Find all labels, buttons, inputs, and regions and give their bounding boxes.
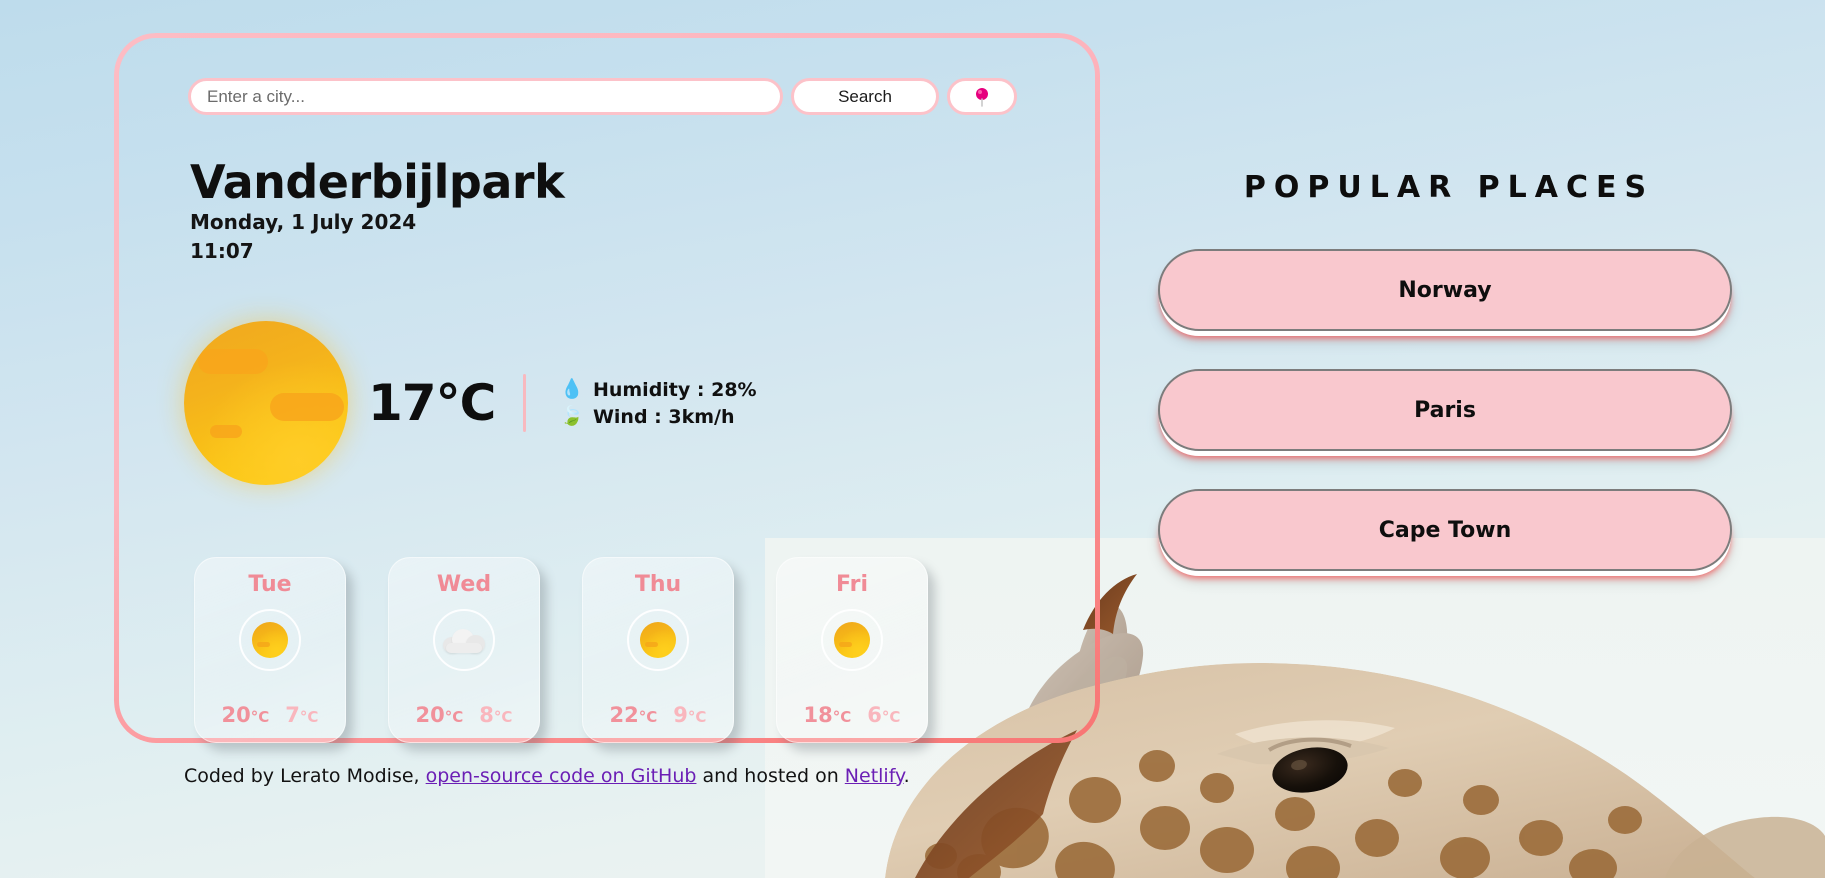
sun-icon [834,622,870,658]
forecast-card: Tue 20°C 7°C [194,557,346,743]
forecast-row: Tue 20°C 7°C Wed 20°C 8°C Thu 22°C 9°C F… [194,557,928,743]
forecast-day: Wed [436,572,492,597]
forecast-min: 6°C [867,703,901,727]
sun-icon [252,622,288,658]
forecast-icon-circle [433,609,495,671]
search-input[interactable] [188,78,783,115]
place-button-paris[interactable]: Paris [1158,369,1732,451]
current-time: 11:07 [190,238,254,263]
current-location-button[interactable] [947,78,1017,115]
location-block: Vanderbijlpark Monday, 1 July 2024 11:07 [190,155,565,266]
forecast-min: 7°C [285,703,319,727]
footer-middle: and hosted on [696,765,845,787]
wind-row: 🍃 Wind : 3km/h [560,406,756,428]
search-button[interactable]: Search [791,78,939,115]
droplet-icon: 💧 [560,378,584,400]
forecast-max: 20°C [415,703,464,727]
popular-places-title: POPULAR PLACES [1243,170,1655,205]
humidity-row: 💧 Humidity : 28% [560,379,756,401]
condition-list: 💧 Humidity : 28% 🍃 Wind : 3km/h [560,379,756,428]
forecast-card: Thu 22°C 9°C [582,557,734,743]
cloud-icon [443,627,485,653]
humidity-value: Humidity : 28% [592,378,757,401]
forecast-max: 18°C [803,703,852,727]
wind-value: Wind : 3km/h [592,405,735,428]
weather-panel: Search Vanderbijlpark Monday, 1 July 202… [114,33,1100,743]
forecast-temps: 18°C 6°C [804,703,901,727]
forecast-icon-circle [239,609,301,671]
forecast-temps: 20°C 7°C [222,703,319,727]
footer-suffix: . [903,765,910,787]
city-name: Vanderbijlpark [190,155,565,209]
current-temperature: 17°C [368,374,496,432]
search-bar: Search [188,78,1017,115]
sun-icon [640,622,676,658]
footer-prefix: Coded by Lerato Modise, [184,765,426,787]
leaf-fluttering-icon: 🍃 [560,405,584,427]
forecast-icon-circle [627,609,689,671]
forecast-temps: 20°C 8°C [416,703,513,727]
netlify-link[interactable]: Netlify [845,765,904,787]
sun-icon [184,321,348,485]
forecast-card: Fri 18°C 6°C [776,557,928,743]
forecast-min: 9°C [673,703,707,727]
place-button-norway[interactable]: Norway [1158,249,1732,331]
forecast-max: 22°C [609,703,658,727]
forecast-day: Fri [835,572,868,597]
forecast-min: 8°C [479,703,513,727]
forecast-day: Tue [248,572,292,597]
footer: Coded by Lerato Modise, open-source code… [184,765,910,787]
current-date: Monday, 1 July 2024 [190,209,417,234]
forecast-icon-circle [821,609,883,671]
forecast-temps: 22°C 9°C [610,703,707,727]
forecast-day: Thu [634,572,682,597]
popular-places-section: POPULAR PLACES Norway Paris Cape Town [1145,170,1745,609]
current-conditions: 17°C 💧 Humidity : 28% 🍃 Wind : 3km/h [184,313,757,493]
round-pushpin-icon [976,87,988,107]
forecast-card: Wed 20°C 8°C [388,557,540,743]
github-link[interactable]: open-source code on GitHub [426,765,697,787]
divider [523,374,527,432]
place-button-cape-town[interactable]: Cape Town [1158,489,1732,571]
forecast-max: 20°C [221,703,270,727]
